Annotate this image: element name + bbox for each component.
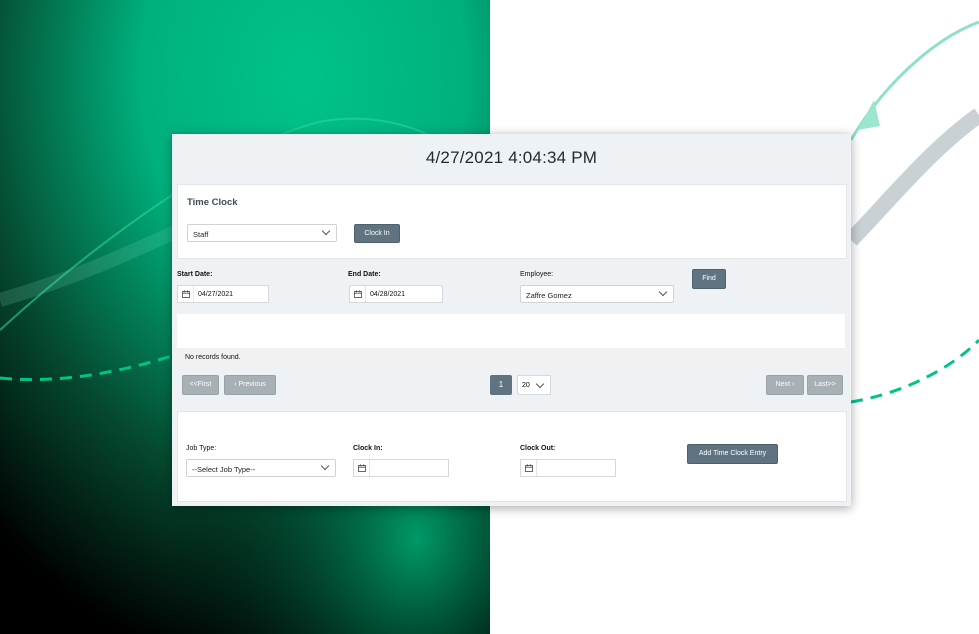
- first-page-button[interactable]: <<First: [182, 375, 219, 395]
- page-size-value: 20: [522, 382, 530, 389]
- page-size-select[interactable]: 20: [517, 375, 551, 395]
- job-type-value: --Select Job Type--: [192, 465, 256, 474]
- employee-select[interactable]: Zaffre Gomez: [520, 285, 674, 303]
- start-date-value: 04/27/2021: [198, 291, 234, 298]
- time-clock-window: 4/27/2021 4:04:34 PM Time Clock Staff Cl…: [172, 134, 851, 506]
- role-select-value: Staff: [193, 230, 209, 239]
- employee-label: Employee:: [520, 271, 554, 278]
- start-date-label: Start Date:: [177, 271, 213, 278]
- next-page-button[interactable]: Next ›: [766, 375, 804, 395]
- chevron-down-icon: [321, 226, 331, 236]
- no-records-message: No records found.: [177, 348, 845, 368]
- last-page-button[interactable]: Last>>: [807, 375, 843, 395]
- end-date-value: 04/28/2021: [370, 291, 406, 298]
- chevron-down-icon: [535, 379, 545, 389]
- calendar-icon: [521, 460, 537, 476]
- current-page-button[interactable]: 1: [490, 375, 512, 395]
- previous-page-button[interactable]: ‹ Previous: [224, 375, 276, 395]
- role-select[interactable]: Staff: [187, 224, 337, 242]
- chevron-down-icon: [320, 461, 330, 471]
- time-clock-panel: Time Clock Staff Clock In: [177, 184, 847, 259]
- clock-in-label: Clock In:: [353, 445, 383, 452]
- clock-in-button[interactable]: Clock In: [354, 224, 400, 243]
- clock-in-field[interactable]: [353, 459, 449, 477]
- time-clock-title: Time Clock: [187, 197, 238, 208]
- employee-select-value: Zaffre Gomez: [526, 291, 572, 300]
- calendar-icon: [178, 286, 194, 302]
- job-type-select[interactable]: --Select Job Type--: [186, 459, 336, 477]
- time-entry-panel: Job Type: --Select Job Type-- Clock In: …: [177, 411, 847, 502]
- calendar-icon: [354, 460, 370, 476]
- find-button[interactable]: Find: [692, 269, 726, 289]
- end-date-field[interactable]: 04/28/2021: [349, 285, 443, 303]
- pager: <<First ‹ Previous 1 20 Next › Last>>: [177, 368, 845, 410]
- start-date-field[interactable]: 04/27/2021: [177, 285, 269, 303]
- current-datetime: 4/27/2021 4:04:34 PM: [425, 148, 598, 167]
- clock-out-field[interactable]: [520, 459, 616, 477]
- clock-out-label: Clock Out:: [520, 445, 556, 452]
- add-time-clock-entry-button[interactable]: Add Time Clock Entry: [687, 444, 778, 464]
- chevron-down-icon: [658, 287, 668, 297]
- records-grid: [177, 314, 845, 348]
- job-type-label: Job Type:: [186, 445, 217, 452]
- end-date-label: End Date:: [348, 271, 381, 278]
- calendar-icon: [350, 286, 366, 302]
